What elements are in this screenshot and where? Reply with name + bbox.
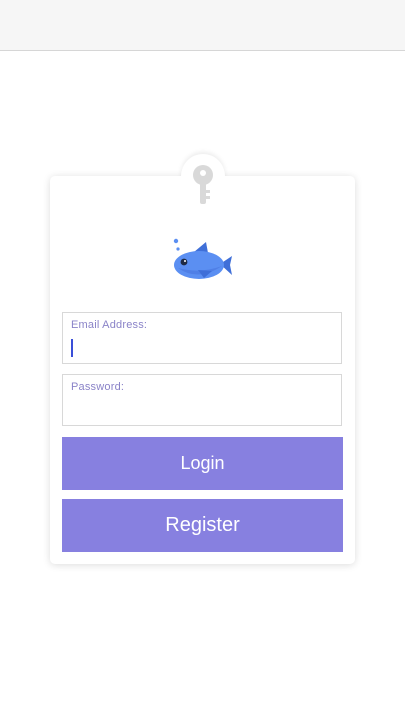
key-icon	[193, 165, 213, 204]
email-field[interactable]: Email Address:	[62, 312, 342, 364]
browser-top-bar	[0, 0, 405, 51]
password-field[interactable]: Password:	[62, 374, 342, 426]
email-label: Email Address:	[71, 319, 148, 331]
text-caret	[71, 339, 73, 357]
password-label: Password:	[71, 381, 125, 393]
fish-icon	[173, 238, 232, 279]
password-input[interactable]	[71, 399, 331, 419]
login-button[interactable]: Login	[62, 437, 343, 490]
email-input[interactable]	[71, 337, 331, 357]
register-button[interactable]: Register	[62, 499, 343, 552]
